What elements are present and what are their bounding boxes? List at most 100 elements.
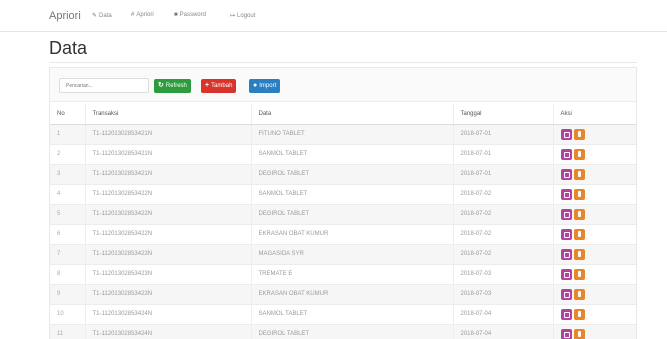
cell-transaksi: T1-11201302853421N (84, 143, 251, 164)
header-no[interactable]: No (50, 104, 85, 125)
refresh-icon: ↻ (158, 82, 164, 89)
cell-no: 7 (50, 243, 85, 264)
cell-transaksi: T1-11201302853424N (84, 323, 251, 339)
pencil-icon: ✎ (92, 13, 98, 19)
cell-no: 2 (50, 143, 85, 164)
nav-item-data[interactable]: ✎ Data (92, 12, 112, 19)
edit-icon[interactable] (560, 168, 572, 180)
cell-data: SANMOL TABLET (250, 183, 453, 204)
edit-icon[interactable] (560, 208, 572, 220)
edit-icon[interactable] (560, 188, 572, 200)
tambah-label: Tambah (211, 83, 233, 89)
brand-logo[interactable]: Apriori (49, 10, 81, 22)
cell-aksi (552, 163, 636, 184)
cell-data: TREMATE E (250, 263, 453, 284)
delete-icon[interactable] (573, 168, 585, 180)
cell-aksi (552, 143, 636, 164)
nav-item-logout[interactable]: ↦ Logout (230, 12, 255, 19)
delete-icon[interactable] (573, 328, 585, 339)
cell-aksi (552, 303, 636, 324)
cell-tanggal: 2018-07-01 (452, 123, 553, 144)
table-row: 8 T1-11201302853423N TREMATE E 2018-07-03 (50, 263, 636, 284)
cell-no: 9 (50, 283, 85, 304)
delete-icon[interactable] (573, 208, 585, 220)
cell-data: DEGIROL TABLET (250, 323, 453, 339)
cell-data: SANMOL TABLET (250, 143, 453, 164)
cell-aksi (552, 223, 636, 244)
nav-item-label: Data (99, 13, 112, 19)
cell-tanggal: 2018-07-04 (452, 323, 553, 339)
import-label: Import (259, 83, 277, 89)
user-icon: ● (253, 82, 258, 89)
edit-icon[interactable] (560, 228, 572, 240)
edit-icon[interactable] (560, 248, 572, 260)
cell-data: DEGIROL TABLET (250, 203, 453, 224)
delete-icon[interactable] (573, 268, 585, 280)
table-row: 6 T1-11201302853422N EKRASAN OBAT KUMUR 201… (50, 223, 636, 244)
nav-item-password[interactable]: ■ Password (174, 12, 206, 18)
cell-no: 6 (50, 223, 85, 244)
cell-tanggal: 2018-07-01 (452, 143, 553, 164)
edit-icon[interactable] (560, 148, 572, 160)
header-tanggal[interactable]: Tanggal (452, 104, 553, 125)
cell-data: MAGASIDA SYR (250, 243, 453, 264)
edit-icon[interactable] (560, 268, 572, 280)
cell-transaksi: T1-11201302853422N (84, 203, 251, 224)
edit-icon[interactable] (560, 128, 572, 140)
lock-icon: ■ (174, 12, 178, 18)
cell-aksi (552, 203, 636, 224)
table-row: 4 T1-11201302853422N SANMOL TABLET 2018-07-… (50, 183, 636, 204)
table-body: 1 T1-11201302853421N FITUNO TABLET 2018-07-… (50, 123, 636, 339)
delete-icon[interactable] (573, 288, 585, 300)
delete-icon[interactable] (573, 248, 585, 260)
cell-transaksi: T1-11201302853422N (84, 223, 251, 244)
cell-no: 5 (50, 203, 85, 224)
nav-item-apriori[interactable]: # Apriori (131, 12, 154, 18)
import-button[interactable]: ● Import (249, 79, 281, 93)
cell-data: EKRASAN OBAT KUMUR (250, 223, 453, 244)
cell-no: 10 (50, 303, 85, 324)
cell-no: 3 (50, 163, 85, 184)
table-row: 10 T1-11201302853424N SANMOL TABLET 2018-07… (50, 303, 636, 324)
cell-no: 1 (50, 123, 85, 144)
table-row: 7 T1-11201302853423N MAGASIDA SYR 2018-07-0… (50, 243, 636, 264)
cell-no: 4 (50, 183, 85, 204)
cell-transaksi: T1-11201302853422N (84, 183, 251, 204)
table-row: 2 T1-11201302853421N SANMOL TABLET 2018-07-… (50, 143, 636, 164)
edit-icon[interactable] (560, 308, 572, 320)
cell-aksi (552, 183, 636, 204)
tambah-button[interactable]: + Tambah (201, 79, 237, 93)
cell-data: EKRASAN OBAT KUMUR (250, 283, 453, 304)
cell-transaksi: T1-11201302853421N (84, 123, 251, 144)
header-transaksi[interactable]: Transaksi (84, 104, 251, 125)
cell-transaksi: T1-11201302853424N (84, 303, 251, 324)
cell-tanggal: 2018-07-02 (452, 203, 553, 224)
delete-icon[interactable] (573, 228, 585, 240)
cell-no: 11 (50, 323, 85, 339)
plus-icon: + (205, 82, 210, 89)
cell-transaksi: T1-11201302853421N (84, 163, 251, 184)
cell-data: DEGIROL TABLET (250, 163, 453, 184)
title-divider (49, 62, 637, 63)
search-input[interactable] (59, 78, 149, 93)
cell-no: 8 (50, 263, 85, 284)
edit-icon[interactable] (560, 328, 572, 339)
cell-tanggal: 2018-07-03 (452, 263, 553, 284)
cell-data: FITUNO TABLET (250, 123, 453, 144)
edit-icon[interactable] (560, 288, 572, 300)
cell-tanggal: 2018-07-02 (452, 243, 553, 264)
refresh-label: Refresh (165, 83, 187, 89)
nav-item-label: Apriori (136, 12, 154, 18)
delete-icon[interactable] (573, 308, 585, 320)
refresh-button[interactable]: ↻ Refresh (154, 79, 191, 93)
table-row: 5 T1-11201302853422N DEGIROL TABLET 2018-07… (50, 203, 636, 224)
cell-aksi (552, 243, 636, 264)
delete-icon[interactable] (573, 188, 585, 200)
nav-item-label: Logout (237, 13, 256, 19)
delete-icon[interactable] (573, 128, 585, 140)
cell-tanggal: 2018-07-03 (452, 283, 553, 304)
cell-transaksi: T1-11201302853423N (84, 243, 251, 264)
delete-icon[interactable] (573, 148, 585, 160)
data-panel: ↻Refresh +Tambah ●Import No Transaksi Da… (49, 67, 637, 339)
header-data[interactable]: Data (250, 104, 453, 125)
